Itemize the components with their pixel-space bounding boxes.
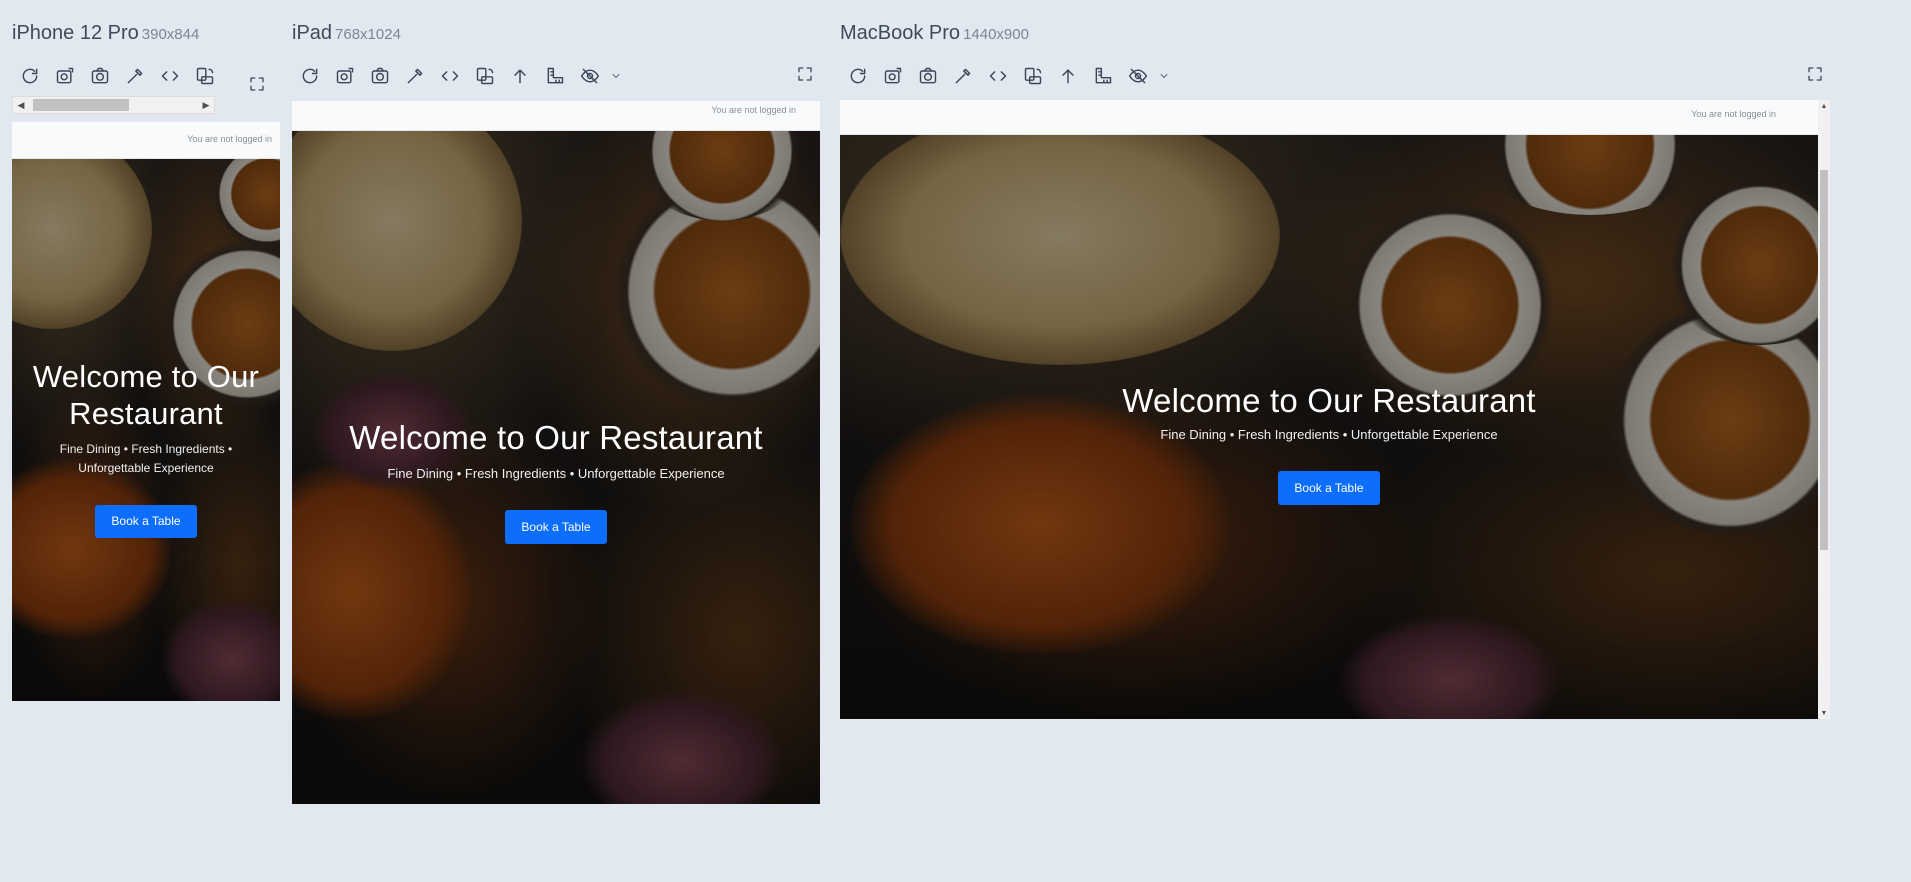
hero-title: Welcome to Our Restaurant bbox=[32, 359, 260, 431]
hero-subtitle: Fine Dining • Fresh Ingredients • Unforg… bbox=[1160, 426, 1498, 442]
site-header: You are not logged in bbox=[292, 101, 820, 131]
book-table-button[interactable]: Book a Table bbox=[95, 505, 197, 539]
chevron-down-icon[interactable] bbox=[607, 62, 625, 90]
code-icon[interactable] bbox=[980, 62, 1015, 90]
device-toolbar bbox=[840, 62, 1173, 90]
hero-content: Welcome to Our Restaurant Fine Dining • … bbox=[292, 419, 820, 545]
hero-subtitle: Fine Dining • Fresh Ingredients • Unforg… bbox=[387, 465, 725, 481]
hero-section: Welcome to Our Restaurant Fine Dining • … bbox=[292, 131, 820, 804]
chevron-down-icon[interactable] bbox=[1155, 62, 1173, 90]
camera-icon[interactable] bbox=[82, 62, 117, 90]
hero-title: Welcome to Our Restaurant bbox=[1122, 382, 1536, 419]
refresh-icon[interactable] bbox=[12, 62, 47, 90]
scroll-up-icon[interactable] bbox=[1050, 62, 1085, 90]
device-dimensions: 768x1024 bbox=[335, 26, 401, 43]
scroll-thumb[interactable] bbox=[1820, 170, 1828, 550]
eyedropper-icon[interactable] bbox=[397, 62, 432, 90]
rotate-device-icon[interactable] bbox=[467, 62, 502, 90]
scroll-right-arrow[interactable]: ▶ bbox=[198, 97, 214, 113]
device-toolbar bbox=[292, 62, 625, 90]
vertical-scrollbar[interactable]: ▲ ▼ bbox=[1818, 100, 1830, 719]
expand-icon[interactable] bbox=[243, 70, 271, 98]
device-name: iPhone 12 Pro bbox=[12, 22, 139, 44]
book-table-button[interactable]: Book a Table bbox=[505, 510, 607, 545]
hero-title: Welcome to Our Restaurant bbox=[349, 419, 763, 456]
scroll-up-arrow[interactable]: ▲ bbox=[1818, 100, 1830, 112]
hide-icon[interactable] bbox=[572, 62, 607, 90]
device-dimensions: 1440x900 bbox=[963, 26, 1029, 43]
device-viewport: You are not logged in Welcome to Our Res… bbox=[292, 101, 820, 804]
camera-icon[interactable] bbox=[910, 62, 945, 90]
screenshot-full-icon[interactable] bbox=[327, 62, 362, 90]
screenshot-full-icon[interactable] bbox=[47, 62, 82, 90]
ruler-icon[interactable] bbox=[1085, 62, 1120, 90]
hero-section: Welcome to Our Restaurant Fine Dining • … bbox=[12, 159, 280, 701]
site-header: You are not logged in bbox=[840, 100, 1818, 135]
login-status: You are not logged in bbox=[187, 134, 272, 144]
eyedropper-icon[interactable] bbox=[117, 62, 152, 90]
hero-content: Welcome to Our Restaurant Fine Dining • … bbox=[840, 382, 1818, 506]
ruler-icon[interactable] bbox=[537, 62, 572, 90]
screenshot-full-icon[interactable] bbox=[875, 62, 910, 90]
horizontal-scrollbar[interactable]: ◀ ▶ bbox=[12, 96, 215, 114]
device-dimensions: 390x844 bbox=[141, 26, 200, 43]
code-icon[interactable] bbox=[152, 62, 187, 90]
device-title: iPad 768x1024 bbox=[292, 22, 401, 45]
device-title: iPhone 12 Pro 390x844 bbox=[12, 22, 199, 45]
camera-icon[interactable] bbox=[362, 62, 397, 90]
device-title: MacBook Pro 1440x900 bbox=[840, 22, 1029, 45]
refresh-icon[interactable] bbox=[840, 62, 875, 90]
scroll-down-arrow[interactable]: ▼ bbox=[1818, 707, 1830, 719]
device-name: MacBook Pro bbox=[840, 22, 961, 44]
login-status: You are not logged in bbox=[1691, 109, 1776, 119]
hide-icon[interactable] bbox=[1120, 62, 1155, 90]
refresh-icon[interactable] bbox=[292, 62, 327, 90]
hero-content: Welcome to Our Restaurant Fine Dining • … bbox=[12, 359, 280, 539]
code-icon[interactable] bbox=[432, 62, 467, 90]
rotate-device-icon[interactable] bbox=[187, 62, 222, 90]
hero-subtitle: Fine Dining • Fresh Ingredients • Unforg… bbox=[59, 442, 233, 475]
eyedropper-icon[interactable] bbox=[945, 62, 980, 90]
scroll-thumb[interactable] bbox=[33, 99, 129, 111]
device-viewport: You are not logged in Welcome to Our Res… bbox=[12, 122, 280, 701]
device-toolbar bbox=[12, 62, 222, 90]
book-table-button[interactable]: Book a Table bbox=[1278, 471, 1380, 506]
rotate-device-icon[interactable] bbox=[1015, 62, 1050, 90]
device-name: iPad bbox=[292, 22, 333, 44]
expand-icon[interactable] bbox=[791, 60, 819, 88]
hero-section: Welcome to Our Restaurant Fine Dining • … bbox=[840, 135, 1818, 719]
device-viewport: You are not logged in Welcome to Our Res… bbox=[840, 100, 1818, 719]
site-header: You are not logged in bbox=[12, 122, 280, 159]
scroll-up-icon[interactable] bbox=[502, 62, 537, 90]
login-status: You are not logged in bbox=[711, 105, 796, 115]
scroll-left-arrow[interactable]: ◀ bbox=[13, 97, 29, 113]
expand-icon[interactable] bbox=[1801, 60, 1829, 88]
